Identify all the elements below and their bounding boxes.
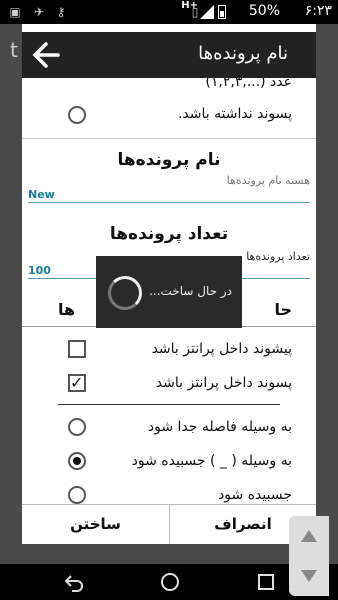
loading-spinner-icon <box>108 276 142 310</box>
battery-percent: 50% <box>248 3 280 19</box>
separate-by-space-row[interactable]: به وسیله فاصله جدا شود <box>22 412 316 442</box>
key-icon: ⚷ <box>56 5 66 19</box>
count-section-title: تعداد پرونده‌ها <box>109 224 229 244</box>
back-arrow-icon[interactable] <box>30 40 62 70</box>
count-field-value[interactable]: 100 <box>28 264 51 277</box>
progress-dialog: در حال ساخت... <box>96 256 242 328</box>
join-together-row[interactable]: جسبیده شود <box>22 480 316 504</box>
name-field-hint: هسته نام پرونده‌ها <box>226 174 310 187</box>
prefix-parentheses-row[interactable]: پیشوند داخل پرانتز باشد <box>22 334 316 364</box>
battery-icon <box>218 5 226 19</box>
name-field-value[interactable]: New <box>28 188 55 201</box>
home-nav-icon[interactable] <box>158 570 182 594</box>
back-nav-icon[interactable] <box>62 570 86 594</box>
radio-join-together[interactable] <box>68 486 86 504</box>
app-notification-icon: ▣ <box>9 5 21 19</box>
option-label: به وسیله فاصله جدا شود <box>147 419 292 435</box>
checkbox-label: پسوند داخل پرانتز باشد <box>155 375 292 391</box>
prefix-parentheses-checkbox[interactable] <box>68 340 86 358</box>
divider <box>22 138 316 139</box>
option-number-row[interactable]: عدد (...,۱,۲,۳) <box>22 78 316 98</box>
build-button[interactable]: ساختن <box>22 505 169 544</box>
option-label: جسبیده شود <box>218 487 292 503</box>
fast-scroll-handle[interactable] <box>289 516 329 596</box>
option-label: به وسیله ( _ ) جسبیده شود <box>131 453 292 469</box>
radio-join-by-underscore[interactable] <box>68 452 86 470</box>
telegram-icon: ✈ <box>33 5 45 19</box>
suffix-parentheses-row[interactable]: پسوند داخل پرانتز باشد <box>22 368 316 398</box>
dialog-footer: ساختن انصراف <box>22 504 316 544</box>
hidden-header-left: حا <box>274 300 292 319</box>
option-no-suffix-row[interactable]: پسوند نداشته باشد. <box>22 100 316 130</box>
recents-nav-icon[interactable] <box>254 570 278 594</box>
join-by-underscore-row[interactable]: به وسیله ( _ ) جسبیده شود <box>22 446 316 476</box>
name-section-title: نام پرونده‌ها <box>117 150 221 170</box>
progress-text: در حال ساخت... <box>149 284 232 298</box>
screen: ▣ ✈ ⚷ ▯ H+ 50% ۶:۲۳ t نام پرونده‌ها عدد … <box>0 0 338 600</box>
count-field-hint: تعداد پرونده‌ها <box>246 250 310 263</box>
radio-separate-by-space[interactable] <box>68 418 86 436</box>
radio-no-suffix[interactable] <box>68 106 86 124</box>
option-label: عدد (...,۱,۲,۳) <box>205 78 292 90</box>
suffix-parentheses-checkbox[interactable] <box>68 373 86 392</box>
status-bar: ▣ ✈ ⚷ ▯ H+ 50% ۶:۲۳ <box>0 0 338 24</box>
divider <box>58 404 280 405</box>
hidden-header-right: ها <box>58 300 76 319</box>
clock: ۶:۲۳ <box>304 3 332 19</box>
checkbox-label: پیشوند داخل پرانتز باشد <box>151 341 292 357</box>
option-label: پسوند نداشته باشد. <box>177 106 292 122</box>
dialog-header: نام پرونده‌ها <box>22 32 316 78</box>
background-title: t <box>10 38 18 62</box>
navigation-bar <box>0 564 338 600</box>
dialog-title: نام پرونده‌ها <box>198 43 288 64</box>
network-type: H+ <box>181 0 198 11</box>
signal-icon <box>200 5 214 19</box>
name-field-underline <box>28 202 310 203</box>
